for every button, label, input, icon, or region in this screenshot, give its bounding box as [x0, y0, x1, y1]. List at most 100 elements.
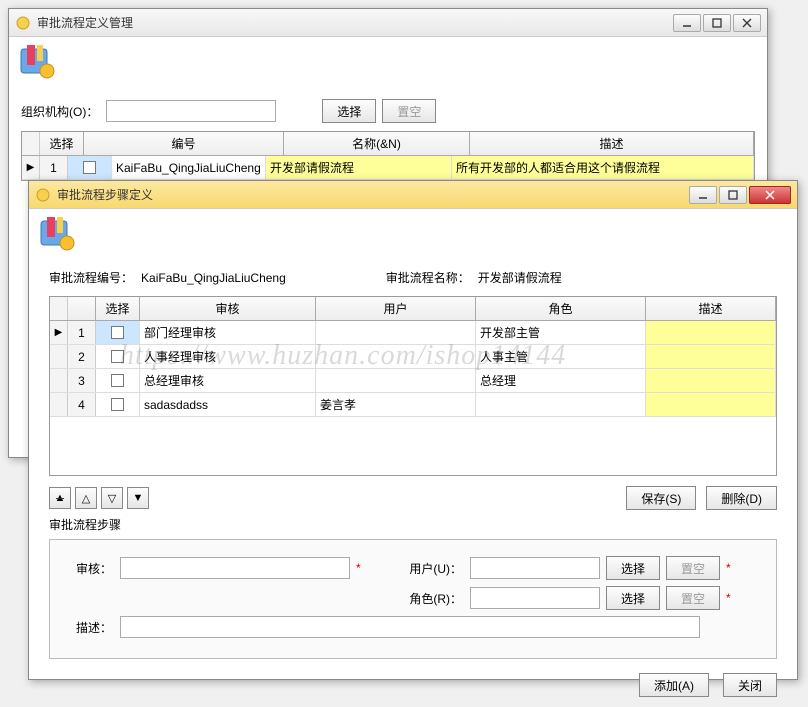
col-user[interactable]: 用户 — [316, 297, 476, 320]
role-select-button[interactable]: 选择 — [606, 586, 660, 610]
desc-input[interactable] — [120, 616, 700, 638]
approval-step-def-window: 审批流程步骤定义 审批流程编号： KaiFaBu_QingJiaLiuCheng… — [28, 180, 798, 680]
row-select-cell[interactable] — [96, 345, 140, 368]
row-desc — [646, 369, 776, 392]
process-grid: 选择 编号 名称(&N) 描述 ▶ 1 KaiFaBu_QingJiaLiuCh… — [21, 131, 755, 181]
close-button[interactable] — [749, 186, 791, 204]
row-index: 1 — [40, 156, 68, 179]
steps-grid: 选择 审核 用户 角色 描述 ▶1部门经理审核开发部主管2人事经理审核人事主管3… — [49, 296, 777, 476]
checkbox-icon[interactable] — [111, 350, 124, 363]
titlebar-front[interactable]: 审批流程步骤定义 — [29, 181, 797, 209]
move-top-button[interactable]: ▲ — [49, 487, 71, 509]
role-input[interactable] — [470, 587, 600, 609]
row-user: 姜言孝 — [316, 393, 476, 416]
row-desc — [646, 345, 776, 368]
col-select[interactable]: 选择 — [40, 132, 84, 155]
row-select-cell[interactable] — [96, 369, 140, 392]
close-dialog-button[interactable]: 关闭 — [723, 673, 777, 697]
col-desc[interactable]: 描述 — [470, 132, 754, 155]
table-row[interactable]: 3 总经理审核 总经理 — [50, 369, 776, 393]
col-role[interactable]: 角色 — [476, 297, 646, 320]
app-icon-large — [37, 213, 77, 253]
row-role: 总经理 — [476, 369, 646, 392]
required-icon: * — [356, 561, 361, 575]
checkbox-icon[interactable] — [83, 161, 96, 174]
checkbox-icon[interactable] — [111, 398, 124, 411]
role-clear-button[interactable]: 置空 — [666, 586, 720, 610]
proc-code-label: 审批流程编号： — [49, 269, 133, 286]
save-button[interactable]: 保存(S) — [626, 486, 696, 510]
audit-label: 审核： — [62, 560, 112, 577]
proc-name-label: 审批流程名称： — [386, 269, 470, 286]
row-indicator: ▶ — [50, 321, 68, 344]
move-up-button[interactable]: △ — [75, 487, 97, 509]
col-code[interactable]: 编号 — [84, 132, 284, 155]
row-index: 1 — [68, 321, 96, 344]
audit-input[interactable] — [120, 557, 350, 579]
step-form: 审核： * 用户(U)： 选择 置空 * 角色(R)： 选择 — [49, 539, 777, 659]
org-clear-button[interactable]: 置空 — [382, 99, 436, 123]
row-select-cell[interactable] — [96, 393, 140, 416]
table-row[interactable]: 4 sadasdadss姜言孝 — [50, 393, 776, 417]
proc-code-value: KaiFaBu_QingJiaLiuCheng — [141, 271, 286, 285]
app-icon-large — [17, 41, 57, 81]
row-desc — [646, 393, 776, 416]
maximize-button[interactable] — [703, 14, 731, 32]
proc-name-value: 开发部请假流程 — [478, 269, 562, 286]
maximize-button[interactable] — [719, 186, 747, 204]
org-select-button[interactable]: 选择 — [322, 99, 376, 123]
row-role: 人事主管 — [476, 345, 646, 368]
user-clear-button[interactable]: 置空 — [666, 556, 720, 580]
row-audit: 部门经理审核 — [140, 321, 316, 344]
row-audit: sadasdadss — [140, 393, 316, 416]
move-bottom-button[interactable]: ▼ — [127, 487, 149, 509]
title-back: 审批流程定义管理 — [37, 14, 673, 31]
col-audit[interactable]: 审核 — [140, 297, 316, 320]
row-indicator — [50, 393, 68, 416]
row-desc: 所有开发部的人都适合用这个请假流程 — [452, 156, 754, 179]
user-label: 用户(U)： — [392, 560, 462, 577]
user-select-button[interactable]: 选择 — [606, 556, 660, 580]
table-row[interactable]: ▶1 部门经理审核 开发部主管 — [50, 321, 776, 345]
table-row[interactable]: 2 人事经理审核 人事主管 — [50, 345, 776, 369]
col-select[interactable]: 选择 — [96, 297, 140, 320]
add-button[interactable]: 添加(A) — [639, 673, 709, 697]
user-input[interactable] — [470, 557, 600, 579]
col-name[interactable]: 名称(&N) — [284, 132, 470, 155]
col-desc[interactable]: 描述 — [646, 297, 776, 320]
row-code: KaiFaBu_QingJiaLiuCheng — [112, 156, 266, 179]
required-icon: * — [726, 561, 731, 575]
row-index: 3 — [68, 369, 96, 392]
title-front: 审批流程步骤定义 — [57, 186, 689, 203]
row-audit: 人事经理审核 — [140, 345, 316, 368]
row-role — [476, 393, 646, 416]
org-label: 组织机构(O)： — [21, 103, 98, 120]
titlebar-back[interactable]: 审批流程定义管理 — [9, 9, 767, 37]
row-name: 开发部请假流程 — [266, 156, 452, 179]
row-select-cell[interactable] — [68, 156, 112, 179]
app-icon-small — [35, 187, 51, 203]
row-user — [316, 321, 476, 344]
checkbox-icon[interactable] — [111, 326, 124, 339]
checkbox-icon[interactable] — [111, 374, 124, 387]
row-indicator — [50, 345, 68, 368]
table-row[interactable]: ▶ 1 KaiFaBu_QingJiaLiuCheng 开发部请假流程 所有开发… — [22, 156, 754, 180]
row-role: 开发部主管 — [476, 321, 646, 344]
app-icon-small — [15, 15, 31, 31]
row-user — [316, 369, 476, 392]
row-indicator: ▶ — [22, 156, 40, 179]
delete-button[interactable]: 删除(D) — [706, 486, 777, 510]
row-audit: 总经理审核 — [140, 369, 316, 392]
row-index: 4 — [68, 393, 96, 416]
row-select-cell[interactable] — [96, 321, 140, 344]
row-indicator — [50, 369, 68, 392]
row-desc — [646, 321, 776, 344]
row-user — [316, 345, 476, 368]
minimize-button[interactable] — [689, 186, 717, 204]
close-button[interactable] — [733, 14, 761, 32]
minimize-button[interactable] — [673, 14, 701, 32]
org-input[interactable] — [106, 100, 276, 122]
desc-label: 描述： — [62, 619, 112, 636]
row-index: 2 — [68, 345, 96, 368]
move-down-button[interactable]: ▽ — [101, 487, 123, 509]
